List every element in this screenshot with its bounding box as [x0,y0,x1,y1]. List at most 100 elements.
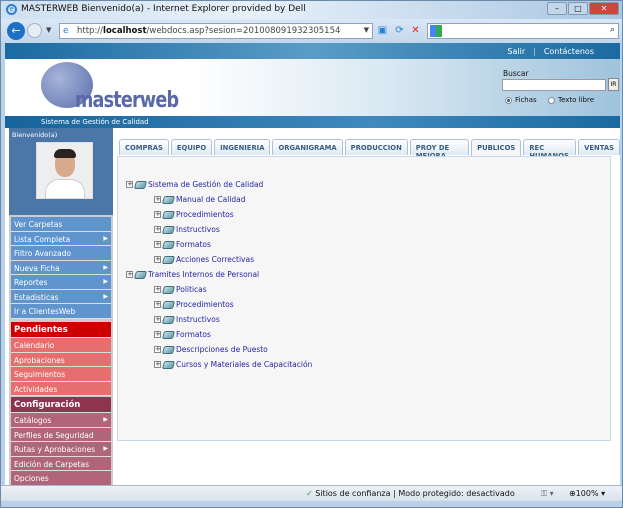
expand-icon[interactable]: + [154,361,161,368]
menu-item[interactable]: Seguimientos [11,367,111,382]
tab-rec-humanos[interactable]: REC HUMANOS [523,139,577,160]
menu-item[interactable]: Filtro Avanzado [11,246,111,261]
tree-node[interactable]: + Sistema de Gestión de Calidad [126,180,263,189]
title-bar: e MASTERWEB Bienvenido(a) - Internet Exp… [1,1,622,19]
tree-node[interactable]: + Descripciones de Puesto [154,345,268,354]
logout-link[interactable]: Salir [507,47,525,56]
tree-node-label[interactable]: Formatos [176,240,211,249]
tree-node[interactable]: + Cursos y Materiales de Capacitación [154,360,312,369]
tab-produccion[interactable]: PRODUCCION [344,139,408,155]
sidebar: Bienvenido(a) Ver Carpetas Lista Completa… [9,128,113,486]
menu-item[interactable]: Actividades [11,381,111,396]
compatibility-icon[interactable]: ▣ [375,23,390,38]
radio-fichas[interactable]: Fichas [505,96,537,104]
expand-icon[interactable]: + [154,241,161,248]
expand-icon[interactable]: + [154,256,161,263]
expand-icon[interactable]: + [126,271,133,278]
forward-button[interactable] [27,23,42,38]
tab-ventas[interactable]: VENTAS [578,139,620,155]
contact-link[interactable]: Contáctenos [544,47,594,56]
menu-item[interactable]: Lista Completa ▶ [11,231,111,246]
address-bar[interactable]: e http://localhost/webdocs.asp?sesion=20… [59,23,373,39]
tree-node-label[interactable]: Tramites Internos de Personal [148,270,259,279]
tree-node[interactable]: + Instructivos [154,315,220,324]
tree-node-label[interactable]: Manual de Calidad [176,195,246,204]
welcome-label: Bienvenido(a) [12,131,58,139]
tab-proy-de-mejora[interactable]: PROY DE MEJORA [409,139,470,160]
folder-book-icon [161,255,176,264]
menu-item[interactable]: Estadisticas ▶ [11,289,111,304]
folder-book-icon [161,225,176,234]
main-menu: Ver Carpetas Lista Completa ▶ Filtro Avanza… [11,217,111,319]
menu-item[interactable]: Reportes ▶ [11,275,111,290]
minimize-button[interactable]: – [547,2,567,15]
menu-item[interactable]: Calendario [11,338,111,353]
tree-node[interactable]: + Procedimientos [154,300,234,309]
chevron-right-icon: ▶ [103,416,108,423]
close-button[interactable]: ✕ [589,2,619,15]
zoom-level[interactable]: ⊕100% ▾ [569,489,605,498]
menu-item[interactable]: Ver Carpetas [11,217,111,232]
menu-item[interactable]: Catálogos ▶ [11,413,111,428]
refresh-icon[interactable]: ⟳ [392,23,407,38]
expand-icon[interactable]: + [154,331,161,338]
tree-node-label[interactable]: Acciones Correctivas [176,255,254,264]
go-button[interactable]: IR [608,78,619,91]
tree-node[interactable]: + Formatos [154,330,211,339]
expand-icon[interactable]: + [126,181,133,188]
site-search-input[interactable] [502,79,606,91]
tree-node-label[interactable]: Procedimientos [176,300,234,309]
tree-node-label[interactable]: Cursos y Materiales de Capacitación [176,360,312,369]
tree-node-label[interactable]: Instructivos [176,225,220,234]
radio-fichas-label: Fichas [515,96,537,104]
stop-icon[interactable]: ✕ [408,23,423,38]
menu-item[interactable]: Aprobaciones [11,352,111,367]
expand-icon[interactable]: + [154,301,161,308]
menu-item-label: Filtro Avanzado [14,249,72,258]
tab-equipo[interactable]: EQUIPO [170,139,213,155]
avatar [36,142,93,199]
tree-node[interactable]: + Instructivos [154,225,220,234]
tree-node-label[interactable]: Sistema de Gestión de Calidad [148,180,263,189]
maximize-button[interactable]: □ [568,2,588,15]
tab-compras[interactable]: COMPRAS [119,139,169,155]
menu-item[interactable]: Nueva Ficha ▶ [11,260,111,275]
protected-mode-icon[interactable]: ⚿ ▾ [541,489,554,499]
folder-book-icon [161,360,176,369]
chevron-right-icon: ▶ [103,234,108,242]
status-bar: ✓ Sitios de confianza | Modo protegido: … [1,485,622,501]
tree-node[interactable]: + Politicas [154,285,207,294]
menu-item[interactable]: Opciones [11,471,111,486]
radio-texto-libre[interactable]: Texto libre [548,96,594,104]
expand-icon[interactable]: + [154,286,161,293]
tree-node[interactable]: + Formatos [154,240,211,249]
tree-node-label[interactable]: Formatos [176,330,211,339]
menu-item[interactable]: Edición de Carpetas [11,456,111,471]
expand-icon[interactable]: + [154,316,161,323]
tree-node[interactable]: + Acciones Correctivas [154,255,254,264]
history-dropdown[interactable]: ▼ [46,26,51,34]
menu-item[interactable]: Rutas y Aprobaciones ▶ [11,442,111,457]
tab-publicos[interactable]: PUBLICOS [471,139,522,156]
menu-item-label: Aprobaciones [14,355,65,365]
expand-icon[interactable]: + [154,211,161,218]
address-dropdown-icon[interactable]: ▼ [364,26,369,34]
tree-node-label[interactable]: Descripciones de Puesto [176,345,268,354]
tree-node-label[interactable]: Procedimientos [176,210,234,219]
tree-node[interactable]: + Tramites Internos de Personal [126,270,259,279]
tree-node-label[interactable]: Instructivos [176,315,220,324]
menu-item[interactable]: Perfiles de Seguridad [11,427,111,442]
expand-icon[interactable]: + [154,196,161,203]
menu-item[interactable]: Ir a ClientesWeb [11,304,111,319]
tree-node[interactable]: + Procedimientos [154,210,234,219]
back-button[interactable]: ← [7,22,25,40]
search-icon[interactable]: ⌕ [610,25,615,35]
tab-organigrama[interactable]: ORGANIGRAMA [272,139,343,155]
expand-icon[interactable]: + [154,346,161,353]
tab-ingenieria[interactable]: INGENIERIA [214,139,271,155]
folder-book-icon [133,180,148,189]
tree-node[interactable]: + Manual de Calidad [154,195,246,204]
expand-icon[interactable]: + [154,226,161,233]
search-box[interactable]: ⌕ [427,23,619,39]
tree-node-label[interactable]: Politicas [176,285,207,294]
